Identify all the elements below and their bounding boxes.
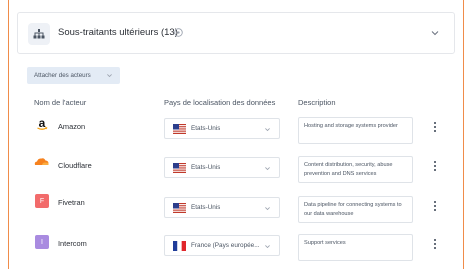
chevron-down-icon[interactable] xyxy=(430,28,440,38)
actor-name: Amazon xyxy=(58,122,86,131)
table-row: F Fivetran États-Unis Data pipeline for … xyxy=(27,193,447,223)
description-field[interactable]: Support services xyxy=(298,234,413,261)
chevron-down-icon xyxy=(265,128,270,132)
description-field[interactable]: Hosting and storage systems provider xyxy=(298,117,413,144)
chevron-down-icon xyxy=(265,207,270,211)
table-row: Cloudflare États-Unis Content distributi… xyxy=(27,153,447,183)
country-select[interactable]: France (Pays européе... xyxy=(164,235,280,256)
cloudflare-logo xyxy=(34,158,49,165)
country-select[interactable]: États-Unis xyxy=(164,118,280,139)
intercom-logo: I xyxy=(35,235,49,249)
country-value: France (Pays européе... xyxy=(191,242,260,249)
actor-name: Fivetran xyxy=(58,198,85,207)
attach-actors-button[interactable]: Attacher des acteurs xyxy=(27,67,120,84)
more-options-icon[interactable] xyxy=(432,122,438,134)
svg-text:a: a xyxy=(39,117,46,130)
table-row: a Amazon États-Unis Hosting and storage … xyxy=(27,114,447,144)
actor-name: Intercom xyxy=(58,239,87,248)
chevron-down-icon xyxy=(265,245,270,249)
attach-actors-label: Attacher des acteurs xyxy=(34,72,91,79)
chevron-down-icon xyxy=(265,167,270,171)
chevron-down-icon xyxy=(107,74,112,78)
country-value: États-Unis xyxy=(191,164,221,171)
more-options-icon[interactable] xyxy=(432,239,438,251)
column-header-description: Description xyxy=(298,98,336,107)
help-circle-icon[interactable] xyxy=(174,27,183,37)
us-flag-icon xyxy=(173,203,186,213)
us-flag-icon xyxy=(173,163,186,173)
more-options-icon[interactable] xyxy=(432,201,438,213)
country-select[interactable]: États-Unis xyxy=(164,197,280,218)
table-row: I Intercom France (Pays européе... Suppo… xyxy=(27,231,447,261)
amazon-logo: a xyxy=(37,117,48,130)
actor-name: Cloudflare xyxy=(58,161,92,170)
us-flag-icon xyxy=(173,124,186,134)
fr-flag-icon xyxy=(173,241,186,251)
column-header-actor: Nom de l'acteur xyxy=(34,98,87,107)
subprocessors-section-header[interactable]: Sous-traitants ultérieurs (13) xyxy=(17,12,455,54)
description-field[interactable]: Content distribution, security, abuse pr… xyxy=(298,156,413,183)
fivetran-logo: F xyxy=(35,194,49,208)
more-options-icon[interactable] xyxy=(432,161,438,173)
column-header-country: Pays de localisation des données xyxy=(164,98,276,107)
country-select[interactable]: États-Unis xyxy=(164,157,280,178)
sitemap-icon xyxy=(28,23,50,45)
description-field[interactable]: Data pipeline for connecting systems to … xyxy=(298,196,413,223)
country-value: États-Unis xyxy=(191,204,221,211)
country-value: États-Unis xyxy=(191,125,221,132)
section-title: Sous-traitants ultérieurs (13) xyxy=(58,27,178,38)
